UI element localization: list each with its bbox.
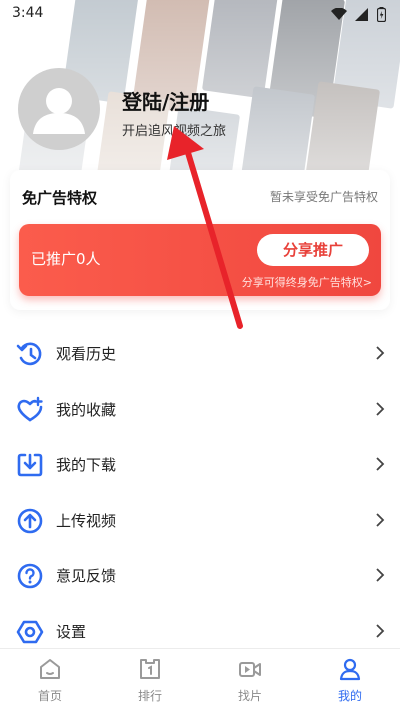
video-camera-icon — [239, 662, 261, 677]
ad-free-status: 暂未享受免广告特权 — [269, 190, 378, 204]
ad-free-card: 免广告特权 暂未享受免广告特权 已推广0人 分享推广 分享可得终身免广告特权> — [10, 170, 390, 310]
favorite-heart-icon — [17, 396, 43, 421]
menu-item-label: 意见反馈 — [56, 567, 117, 585]
download-icon — [17, 453, 43, 477]
promotion-hint-link[interactable]: 分享可得终身免广告特权> — [242, 274, 372, 290]
promotion-banner[interactable]: 已推广0人 分享推广 分享可得终身免广告特权> — [19, 224, 381, 296]
menu-item-label: 设置 — [56, 622, 87, 641]
home-icon — [40, 659, 60, 679]
login-subtitle: 开启追风视频之旅 — [122, 124, 227, 139]
status-bar: 3:44 — [0, 0, 400, 28]
user-icon — [339, 658, 361, 681]
chevron-right-icon — [376, 401, 385, 416]
menu-item-favorites[interactable]: 我的收藏 — [0, 382, 400, 438]
settings-hexagon-icon — [16, 620, 44, 643]
nav-tab-ranking[interactable]: 排行 — [100, 649, 200, 711]
menu-item-label: 我的收藏 — [56, 400, 117, 419]
nav-tab-label: 找片 — [237, 689, 262, 703]
wifi-icon — [331, 8, 347, 20]
nav-tab-label: 首页 — [37, 689, 62, 703]
upload-icon — [17, 508, 43, 533]
bottom-nav: 首页 排行 找片 我的 — [0, 648, 400, 711]
chevron-right-icon — [376, 346, 385, 360]
menu-item-downloads[interactable]: 我的下载 — [0, 437, 400, 493]
chevron-right-icon — [376, 457, 385, 471]
battery-icon — [377, 7, 386, 22]
nav-tab-label: 我的 — [337, 689, 362, 703]
menu-item-label: 上传视频 — [56, 511, 117, 530]
status-time: 3:44 — [12, 5, 44, 21]
menu-item-upload[interactable]: 上传视频 — [0, 493, 400, 549]
history-icon — [16, 342, 42, 366]
nav-tab-discover[interactable]: 找片 — [200, 649, 300, 711]
feedback-question-icon — [17, 563, 43, 589]
menu-list: 观看历史 我的收藏 我的下载 上传视频 意见反馈 设置 — [0, 326, 400, 659]
nav-tab-home[interactable]: 首页 — [0, 649, 100, 711]
default-avatar-icon — [33, 88, 85, 134]
menu-item-history[interactable]: 观看历史 — [0, 326, 400, 382]
chevron-right-icon — [376, 623, 385, 638]
nav-tab-label: 排行 — [137, 689, 162, 703]
menu-item-label: 我的下载 — [56, 456, 117, 474]
ranking-icon — [140, 659, 160, 679]
nav-tab-mine[interactable]: 我的 — [300, 649, 400, 711]
menu-item-label: 观看历史 — [56, 345, 117, 363]
ad-free-title: 免广告特权 — [22, 189, 98, 207]
promotion-count: 已推广0人 — [31, 250, 101, 268]
chevron-right-icon — [376, 568, 385, 582]
chevron-right-icon — [376, 512, 385, 527]
menu-item-feedback[interactable]: 意见反馈 — [0, 548, 400, 604]
avatar[interactable] — [18, 68, 100, 150]
profile-header[interactable]: 登陆/注册 开启追风视频之旅 — [18, 68, 378, 150]
login-register-link[interactable]: 登陆/注册 — [122, 86, 209, 115]
cellular-signal-icon — [355, 8, 368, 21]
share-promote-button[interactable]: 分享推广 — [257, 234, 369, 266]
